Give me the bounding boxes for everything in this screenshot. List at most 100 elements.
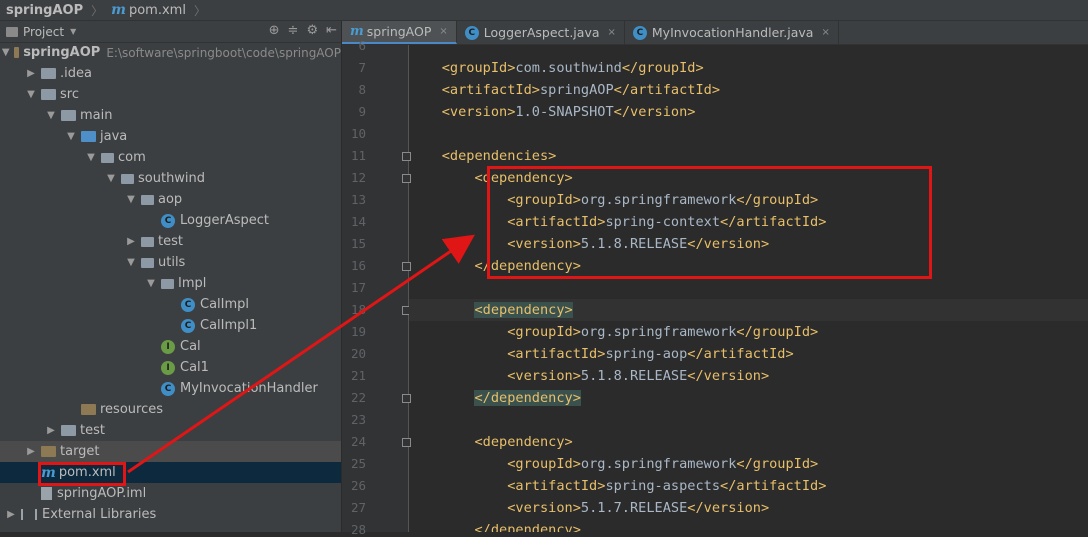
code-line[interactable]: </dependency>	[409, 519, 1088, 532]
gear-icon[interactable]: ⚙	[306, 23, 318, 38]
code-line[interactable]: <version>5.1.8.RELEASE</version>	[409, 365, 1088, 387]
file-icon	[41, 487, 52, 500]
tree-item[interactable]: ▶ target	[0, 441, 341, 462]
code-editor[interactable]: <groupId>com.southwind</groupId> <artifa…	[409, 45, 1088, 532]
tree-item-label: java	[100, 129, 128, 144]
expand-arrow-icon[interactable]: ▼	[85, 152, 97, 163]
collapse-arrow-icon[interactable]: ▶	[25, 68, 37, 79]
tree-item[interactable]: ▼ springAOP E:\software\springboot\code\sp…	[0, 42, 341, 63]
tree-item[interactable]: ▼ java	[0, 126, 341, 147]
folder-icon	[61, 110, 76, 121]
folder-icon	[81, 131, 96, 142]
code-line[interactable]	[409, 277, 1088, 299]
tree-item[interactable]: resources	[0, 399, 341, 420]
tree-item-label: utils	[158, 255, 186, 270]
tree-item[interactable]: ▼ com	[0, 147, 341, 168]
code-line[interactable]: <artifactId>spring-aspects</artifactId>	[409, 475, 1088, 497]
editor-tab-label: MyInvocationHandler.java	[651, 25, 814, 40]
code-line[interactable]	[409, 123, 1088, 145]
expand-arrow-icon[interactable]: ▼	[105, 173, 117, 184]
collapse-all-icon[interactable]: ≑	[288, 23, 299, 38]
code-line[interactable]: <groupId>org.springframework</groupId>	[409, 321, 1088, 343]
java-class-icon: C	[464, 25, 479, 40]
tree-item[interactable]: C LoggerAspect	[0, 210, 341, 231]
tree-item[interactable]: I Cal1	[0, 357, 341, 378]
tree-item-label: LoggerAspect	[180, 213, 269, 228]
code-line[interactable]: <artifactId>spring-aop</artifactId>	[409, 343, 1088, 365]
tree-item-path: E:\software\springboot\code\springAOP	[106, 45, 341, 60]
tree-item-label: test	[80, 423, 105, 438]
tree-item[interactable]: ▼ southwind	[0, 168, 341, 189]
code-line[interactable]: <version>5.1.7.RELEASE</version>	[409, 497, 1088, 519]
hide-panel-icon[interactable]: ⇤	[326, 23, 337, 38]
java-class-icon: C	[181, 318, 195, 333]
code-line[interactable]: <groupId>org.springframework</groupId>	[409, 453, 1088, 475]
tree-item[interactable]: C MyInvocationHandler	[0, 378, 341, 399]
collapse-arrow-icon[interactable]: ▶	[5, 509, 17, 520]
close-icon[interactable]: ×	[821, 27, 829, 38]
breadcrumb-project-label: springAOP	[6, 2, 84, 18]
code-line[interactable]: <artifactId>springAOP</artifactId>	[409, 79, 1088, 101]
editor-tab[interactable]: C LoggerAspect.java ×	[457, 21, 625, 44]
tree-item[interactable]: ▶ External Libraries	[0, 504, 341, 525]
breadcrumb-file-label: pom.xml	[128, 2, 186, 18]
line-number: 25	[350, 456, 366, 471]
line-number: 19	[350, 324, 366, 339]
editor-gutter: 6 7 8 9 10 11 12 13 14 15 16 17 18 19 20 21 22 23 24 25 26 27…	[342, 38, 411, 537]
line-number: 24	[350, 434, 366, 449]
tree-item[interactable]: ▼ Impl	[0, 273, 341, 294]
folder-icon	[141, 236, 154, 247]
line-number: 21	[350, 368, 366, 383]
code-line[interactable]	[409, 409, 1088, 431]
code-line[interactable]: <dependencies>	[409, 145, 1088, 167]
tree-item-label: resources	[100, 402, 164, 417]
code-line[interactable]: <dependency>	[409, 299, 1088, 321]
collapse-arrow-icon[interactable]: ▶	[45, 425, 57, 436]
expand-arrow-icon[interactable]: ▼	[2, 47, 10, 58]
line-number: 28	[350, 522, 366, 537]
code-line[interactable]: <dependency>	[409, 431, 1088, 453]
tree-item[interactable]: I Cal	[0, 336, 341, 357]
breadcrumb-project[interactable]: springAOP	[0, 0, 89, 20]
expand-arrow-icon[interactable]: ▼	[125, 257, 137, 268]
collapse-arrow-icon[interactable]: ▶	[25, 446, 37, 457]
tree-item[interactable]: ▶ test	[0, 420, 341, 441]
project-panel-title[interactable]: Project	[23, 25, 64, 39]
line-number: 17	[350, 280, 366, 295]
close-icon[interactable]: ×	[439, 26, 447, 37]
tree-item[interactable]: springAOP.iml	[0, 483, 341, 504]
tree-item[interactable]: C CalImpl1	[0, 315, 341, 336]
line-number: 20	[350, 346, 366, 361]
line-number: 9	[358, 104, 366, 119]
tree-item[interactable]: C CalImpl	[0, 294, 341, 315]
code-line[interactable]: <groupId>com.southwind</groupId>	[409, 57, 1088, 79]
code-line[interactable]	[409, 45, 1088, 57]
expand-arrow-icon[interactable]: ▼	[25, 89, 37, 100]
collapse-arrow-icon[interactable]: ▶	[125, 236, 137, 247]
folder-icon	[101, 152, 114, 163]
tree-item[interactable]: ▶ test	[0, 231, 341, 252]
editor-tab-label: LoggerAspect.java	[483, 25, 600, 40]
tree-item[interactable]: ▼ src	[0, 84, 341, 105]
tree-item-label: springAOP.iml	[57, 486, 147, 501]
navigation-bar: springAOP 〉 m pom.xml 〉	[0, 0, 1088, 21]
tree-item[interactable]: ▶ .idea	[0, 63, 341, 84]
close-icon[interactable]: ×	[608, 27, 616, 38]
expand-arrow-icon[interactable]: ▼	[125, 194, 137, 205]
tree-item[interactable]: ▼ aop	[0, 189, 341, 210]
breadcrumb-file[interactable]: m pom.xml	[105, 0, 192, 20]
expand-arrow-icon[interactable]: ▼	[145, 278, 157, 289]
code-line[interactable]: </dependency>	[409, 387, 1088, 409]
line-number: 6	[358, 38, 366, 53]
folder-icon	[41, 446, 56, 457]
locate-file-icon[interactable]: ⊕	[269, 23, 280, 38]
tree-item[interactable]: ▼ utils	[0, 252, 341, 273]
dropdown-arrow-icon[interactable]: ▼	[70, 27, 76, 36]
expand-arrow-icon[interactable]: ▼	[45, 110, 57, 121]
expand-arrow-icon[interactable]: ▼	[65, 131, 77, 142]
tree-item[interactable]: ▼ main	[0, 105, 341, 126]
maven-icon: m	[350, 24, 364, 39]
editor-tab[interactable]: C MyInvocationHandler.java ×	[625, 21, 839, 44]
code-line[interactable]: <version>1.0-SNAPSHOT</version>	[409, 101, 1088, 123]
editor-tabs: m springAOP × C LoggerAspect.java × C MyInvocat…	[342, 21, 1088, 45]
